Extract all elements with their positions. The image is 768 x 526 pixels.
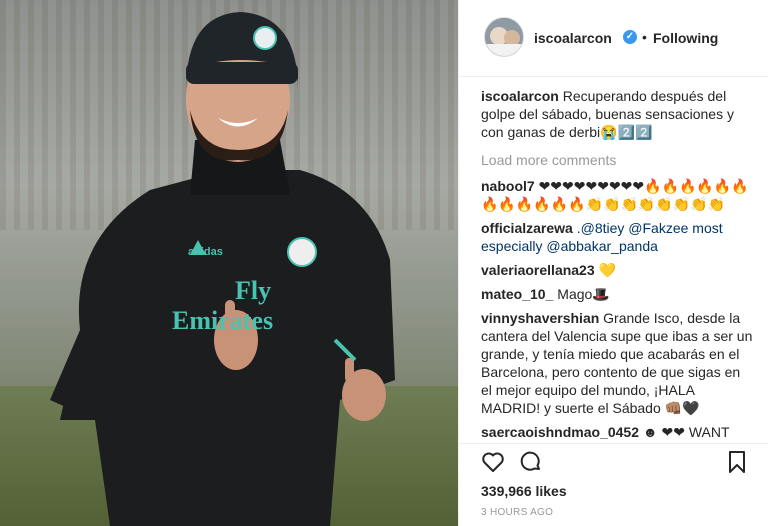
post-photo[interactable]: adidas Fly Emirates <box>0 0 458 526</box>
comment-username[interactable]: nabool7 <box>481 178 535 194</box>
comment-item: mateo_10_ Mago🎩 <box>481 285 753 303</box>
comment-text: ☻ ❤❤ WANT <box>642 424 730 440</box>
comment-item: saercaoishndmao_0452 ☻ ❤❤ WANT <box>481 423 753 441</box>
jersey-sponsor-line2: Emirates <box>172 306 274 335</box>
load-more-comments-link[interactable]: Load more comments <box>481 151 753 169</box>
verified-badge-icon: ✓ <box>623 30 637 44</box>
comment-text: Mago🎩 <box>557 286 610 302</box>
comment-item: officialzarewa .@8tiey @Fakzee most espe… <box>481 219 753 255</box>
jersey-logo: adidas <box>188 246 223 258</box>
caption: iscoalarcon Recuperando después del golp… <box>481 87 753 141</box>
instagram-post-window: adidas Fly Emirates iscoalarcon ✓ • Foll… <box>0 0 768 526</box>
comments-list[interactable]: iscoalarcon Recuperando después del golp… <box>481 87 753 441</box>
comment-username[interactable]: saercaoishndmao_0452 <box>481 424 639 440</box>
heart-outline-icon[interactable] <box>481 450 505 474</box>
post-header: iscoalarcon ✓ • Following <box>459 0 768 77</box>
comment-item: nabool7 ❤❤❤❤❤❤❤❤❤🔥🔥🔥🔥🔥🔥🔥🔥🔥🔥🔥🔥👏👏👏👏👏👏👏👏 <box>481 177 753 213</box>
comment-username[interactable]: officialzarewa <box>481 220 573 236</box>
following-button[interactable]: Following <box>653 30 718 46</box>
player-figure <box>50 12 395 526</box>
post-side-panel: iscoalarcon ✓ • Following iscoalarcon Re… <box>458 0 768 526</box>
comment-item: valeriaorellana23 💛 <box>481 261 753 279</box>
comment-item: vinnyshavershian Grande Isco, desde la c… <box>481 309 753 417</box>
post-timestamp: 3 HOURS AGO <box>481 507 554 518</box>
comment-text: 💛 <box>598 262 616 278</box>
post-actions-bar <box>481 450 751 476</box>
separator-dot: • <box>642 29 647 45</box>
comment-username[interactable]: mateo_10_ <box>481 286 553 302</box>
author-avatar[interactable] <box>484 17 524 57</box>
bookmark-icon[interactable] <box>725 450 749 474</box>
comment-bubble-icon[interactable] <box>519 450 543 474</box>
likes-count[interactable]: 339,966 likes <box>481 483 567 499</box>
author-username[interactable]: iscoalarcon <box>534 30 612 46</box>
comment-username[interactable]: valeriaorellana23 <box>481 262 595 278</box>
caption-username[interactable]: iscoalarcon <box>481 88 559 104</box>
comment-username[interactable]: vinnyshavershian <box>481 310 599 326</box>
actions-divider <box>459 443 768 444</box>
jersey-sponsor-line1: Fly <box>235 276 272 305</box>
